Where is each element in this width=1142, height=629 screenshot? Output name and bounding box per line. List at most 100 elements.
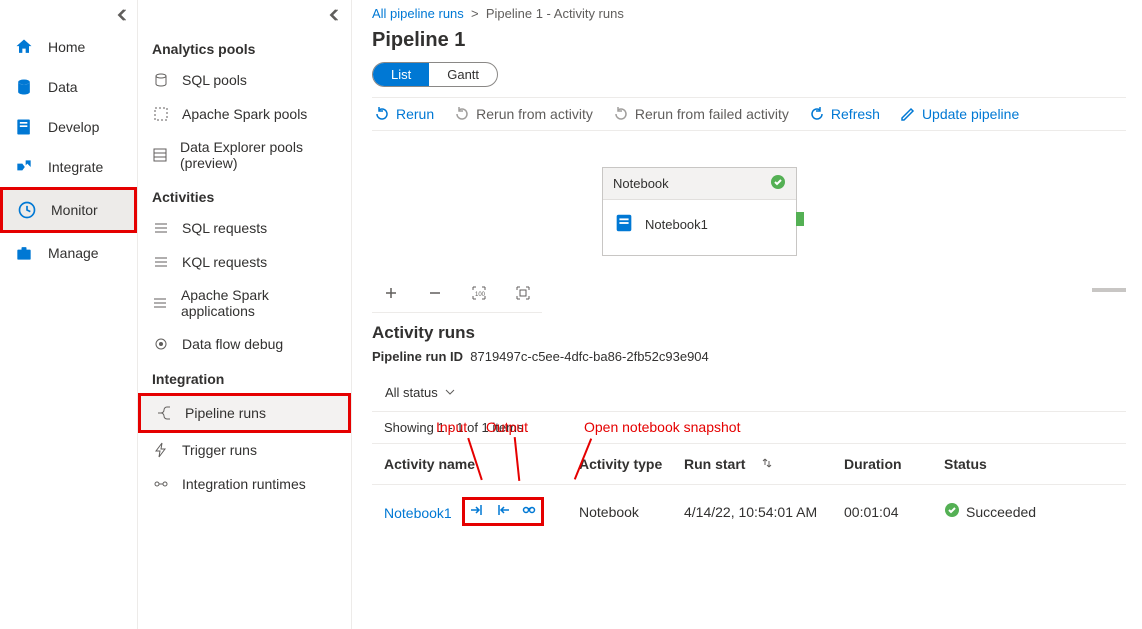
annotation-output: Output [486,419,528,435]
activity-runs-title: Activity runs [372,313,1126,349]
th-type[interactable]: Activity type [579,456,684,472]
sidebar-trigger-runs[interactable]: Trigger runs [138,433,351,467]
nav-label: Develop [48,119,99,135]
collapse-primary-icon[interactable] [0,4,137,27]
activity-table: Input Output Open notebook snapshot Acti… [372,443,1126,538]
home-icon [14,37,34,57]
activity-name-link[interactable]: Notebook1 [384,505,452,521]
sidebar-spark-pools[interactable]: Apache Spark pools [138,97,351,131]
sidebar-integration-runtimes[interactable]: Integration runtimes [138,467,351,501]
th-start[interactable]: Run start [684,456,844,472]
output-icon[interactable] [495,502,511,521]
th-name[interactable]: Activity name [384,456,579,472]
sidebar-item-label: Apache Spark applications [181,287,337,319]
section-integration: Integration [138,361,351,393]
nav-monitor[interactable]: Monitor [0,187,137,233]
sql-pools-icon [152,71,170,89]
database-icon [14,77,34,97]
nav-home[interactable]: Home [0,27,137,67]
resize-handle[interactable] [1092,288,1126,292]
nav-manage[interactable]: Manage [0,233,137,273]
status-filter[interactable]: All status [372,378,1126,411]
sidebar-item-label: SQL pools [182,72,247,88]
nav-label: Home [48,39,85,55]
annotation-snapshot: Open notebook snapshot [584,419,740,435]
cell-status: Succeeded [944,502,1114,521]
notebook-icon [613,212,635,237]
sidebar-data-explorer-pools[interactable]: Data Explorer pools (preview) [138,131,351,179]
collapse-secondary-icon[interactable] [138,4,351,31]
sidebar-sql-req[interactable]: SQL requests [138,211,351,245]
pipeline-runs-icon [155,404,173,422]
monitor-icon [17,200,37,220]
section-activities: Activities [138,179,351,211]
sidebar-spark-apps[interactable]: Apache Spark applications [138,279,351,327]
dataflow-debug-icon [152,335,170,353]
data-explorer-icon [152,146,168,164]
sidebar-item-label: Trigger runs [182,442,257,458]
rerun-activity-button[interactable]: Rerun from activity [454,106,593,122]
nav-label: Data [48,79,78,95]
th-status[interactable]: Status [944,456,1114,472]
activity-action-icons [462,497,544,526]
toolbar: Rerun Rerun from activity Rerun from fai… [372,97,1126,131]
sidebar-item-label: Apache Spark pools [182,106,307,122]
view-gantt[interactable]: Gantt [429,63,497,86]
nav-label: Integrate [48,159,103,175]
manage-icon [14,243,34,263]
rerun-failed-button[interactable]: Rerun from failed activity [613,106,789,122]
nav-label: Monitor [51,202,98,218]
sidebar-pipeline-runs[interactable]: Pipeline runs [138,393,351,433]
zoom-reset-icon[interactable]: 100 [468,282,490,304]
main-content: All pipeline runs > Pipeline 1 - Activit… [352,0,1142,629]
breadcrumb-root[interactable]: All pipeline runs [372,6,464,21]
sidebar-item-label: Data Explorer pools (preview) [180,139,337,171]
th-dur[interactable]: Duration [844,456,944,472]
sidebar-sql-pools[interactable]: SQL pools [138,63,351,97]
input-icon[interactable] [469,502,485,521]
update-pipeline-button[interactable]: Update pipeline [900,106,1019,122]
success-icon [944,502,960,521]
sidebar-item-label: KQL requests [182,254,267,270]
nav-integrate[interactable]: Integrate [0,147,137,187]
sidebar-dataflow-debug[interactable]: Data flow debug [138,327,351,361]
develop-icon [14,117,34,137]
sidebar-item-label: SQL requests [182,220,267,236]
activity-node-notebook[interactable]: Notebook Notebook1 [602,167,797,256]
sql-requests-icon [152,219,170,237]
page-title: Pipeline 1 [372,25,1126,62]
view-toggle: List Gantt [372,62,498,87]
kql-requests-icon [152,253,170,271]
table-row: Notebook1 Notebook 4/14/22, 10:54:01 AM … [372,484,1126,538]
canvas-toolbar: 100 [372,276,542,313]
sidebar-kql-req[interactable]: KQL requests [138,245,351,279]
svg-text:100: 100 [475,292,486,298]
sidebar-item-label: Pipeline runs [185,405,266,421]
view-list[interactable]: List [373,63,429,86]
nav-develop[interactable]: Develop [0,107,137,147]
sidebar-item-label: Data flow debug [182,336,283,352]
rerun-button[interactable]: Rerun [374,106,434,122]
cell-type: Notebook [579,504,684,520]
node-type: Notebook [613,176,669,191]
cell-start: 4/14/22, 10:54:01 AM [684,504,844,520]
table-header: Activity name Activity type Run start Du… [372,443,1126,484]
monitor-panel: Analytics pools SQL pools Apache Spark p… [138,0,352,629]
nav-data[interactable]: Data [0,67,137,107]
refresh-button[interactable]: Refresh [809,106,880,122]
breadcrumb-current: Pipeline 1 - Activity runs [486,6,624,21]
zoom-fit-icon[interactable] [512,282,534,304]
zoom-out-icon[interactable] [424,282,446,304]
cell-dur: 00:01:04 [844,504,944,520]
chevron-down-icon [445,385,455,400]
snapshot-icon[interactable] [521,502,537,521]
zoom-in-icon[interactable] [380,282,402,304]
pipeline-canvas[interactable]: Notebook Notebook1 [372,131,1126,276]
integrate-icon [14,157,34,177]
sidebar-item-label: Integration runtimes [182,476,306,492]
run-id-row: Pipeline run ID 8719497c-c5ee-4dfc-ba86-… [372,349,1126,378]
sort-icon [761,456,773,472]
breadcrumb: All pipeline runs > Pipeline 1 - Activit… [372,6,1126,25]
node-name: Notebook1 [645,217,708,232]
node-output-handle[interactable] [796,212,804,226]
